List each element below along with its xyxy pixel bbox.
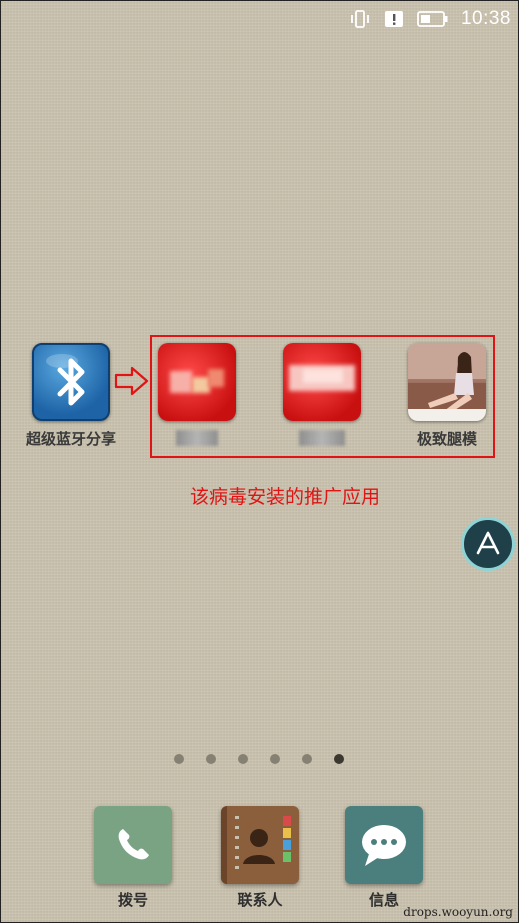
- dock-dialer[interactable]: 拨号: [83, 806, 183, 910]
- app-label: 极致腿模: [416, 430, 477, 448]
- page-dot[interactable]: [270, 754, 280, 764]
- obscured-label: [299, 429, 345, 446]
- chat-bubble-icon: [345, 806, 423, 884]
- page-dot[interactable]: [238, 754, 248, 764]
- dock-contacts[interactable]: 联系人: [210, 806, 310, 910]
- arrow-icon: [114, 366, 149, 396]
- app-promoted-1[interactable]: [147, 343, 247, 446]
- app-icon: [158, 343, 236, 421]
- page-dot-active[interactable]: [334, 754, 344, 764]
- bluetooth-icon: [32, 343, 110, 421]
- dock-label: 联系人: [237, 891, 283, 909]
- dock-messages[interactable]: 信息: [334, 806, 434, 910]
- page-dot[interactable]: [302, 754, 312, 764]
- page-dot[interactable]: [206, 754, 216, 764]
- clock: 10:38: [460, 8, 511, 29]
- app-store-float-button[interactable]: [461, 517, 515, 571]
- annotation-caption: 该病毒安装的推广应用: [190, 486, 381, 508]
- screenshot-border: [0, 0, 519, 923]
- app-promoted-3[interactable]: 极致腿模: [397, 343, 497, 449]
- vibrate-icon: [349, 8, 371, 30]
- photo-thumbnail: [408, 343, 486, 421]
- status-bar: 10:38: [349, 6, 511, 32]
- app-store-icon: [476, 531, 500, 555]
- watermark: drops.wooyun.org: [403, 905, 513, 919]
- page-dot[interactable]: [174, 754, 184, 764]
- battery-icon: [417, 9, 449, 29]
- app-promoted-2[interactable]: [272, 343, 372, 446]
- contacts-book-icon: [221, 806, 299, 884]
- phone-icon: [94, 806, 172, 884]
- alert-icon: [383, 8, 405, 30]
- obscured-label: [176, 429, 218, 446]
- app-icon: [283, 343, 361, 421]
- page-indicator: [174, 754, 344, 764]
- dock-label: 拨号: [117, 891, 148, 909]
- app-label: 超级蓝牙分享: [25, 430, 116, 448]
- app-bluetooth-share[interactable]: 超级蓝牙分享: [21, 343, 121, 449]
